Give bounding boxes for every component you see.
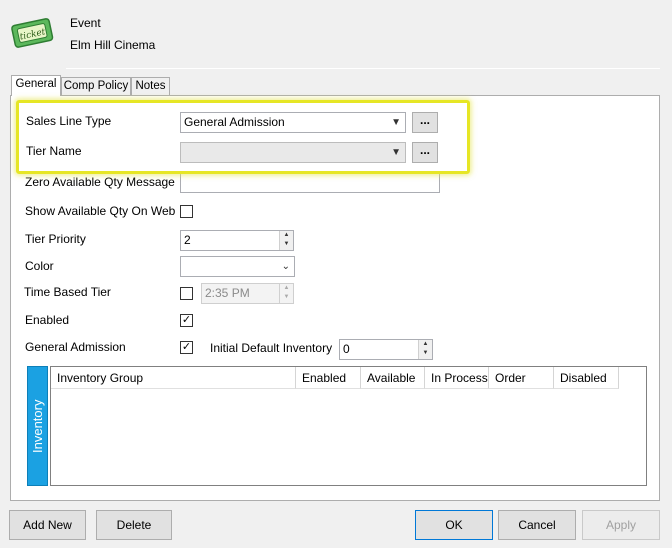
zero-qty-message-input[interactable]	[180, 172, 440, 193]
initial-default-inventory-value: 0	[343, 342, 350, 356]
time-spin-buttons: ▲ ▼	[279, 284, 293, 303]
inventory-grid[interactable]: Inventory Group Enabled Available In Pro…	[50, 366, 647, 486]
column-disabled[interactable]: Disabled	[554, 367, 619, 389]
column-inventory-group[interactable]: Inventory Group	[51, 367, 296, 389]
time-value: 2:35 PM	[205, 286, 250, 300]
enabled-checkbox[interactable]: ✓	[180, 314, 193, 327]
tier-name-select[interactable]: ▼	[180, 142, 406, 163]
tier-priority-label: Tier Priority	[25, 232, 86, 246]
zero-qty-message-label: Zero Available Qty Message	[25, 175, 175, 189]
spin-up-icon: ▲	[283, 285, 290, 291]
enabled-label: Enabled	[25, 313, 70, 327]
header-divider	[66, 68, 660, 69]
sales-line-type-label: Sales Line Type	[26, 114, 112, 128]
time-based-tier-time-input: 2:35 PM ▲ ▼	[201, 283, 294, 304]
ticket-icon: ticket	[8, 14, 56, 50]
sales-line-type-browse-button[interactable]: ...	[412, 112, 438, 133]
time-based-tier-checkbox[interactable]	[180, 287, 193, 300]
ok-button[interactable]: OK	[415, 510, 493, 540]
column-available[interactable]: Available	[361, 367, 425, 389]
chevron-down-icon: ⌄	[281, 261, 290, 272]
tier-priority-stepper[interactable]: 2 ▲ ▼	[180, 230, 294, 251]
tab-notes[interactable]: Notes	[131, 77, 170, 95]
time-based-tier-label: Time Based Tier	[24, 285, 111, 299]
checkmark-icon: ✓	[181, 341, 192, 353]
column-order[interactable]: Order	[489, 367, 554, 389]
inventory-side-label: Inventory	[30, 399, 45, 453]
add-new-button[interactable]: Add New	[9, 510, 86, 540]
delete-button[interactable]: Delete	[96, 510, 172, 540]
general-admission-checkbox[interactable]: ✓	[180, 341, 193, 354]
tier-priority-spin-buttons[interactable]: ▲ ▼	[279, 231, 293, 250]
tab-comp-policy[interactable]: Comp Policy	[61, 77, 131, 95]
cancel-button[interactable]: Cancel	[498, 510, 576, 540]
sales-line-type-select[interactable]: General Admission ▼	[180, 112, 406, 133]
spin-down-icon[interactable]: ▼	[419, 349, 432, 358]
spin-down-icon: ▼	[283, 294, 290, 300]
tier-priority-value: 2	[184, 233, 191, 247]
chevron-down-icon: ▼	[391, 117, 401, 128]
spin-down-icon[interactable]: ▼	[280, 240, 293, 249]
checkmark-icon: ✓	[181, 314, 192, 326]
tab-general[interactable]: General	[11, 75, 61, 96]
record-name: Elm Hill Cinema	[70, 38, 156, 52]
record-type-label: Event	[70, 16, 101, 30]
color-label: Color	[25, 259, 54, 273]
column-enabled[interactable]: Enabled	[296, 367, 361, 389]
general-admission-label: General Admission	[25, 340, 126, 354]
tier-name-browse-button[interactable]: ...	[412, 142, 438, 163]
show-qty-on-web-checkbox[interactable]	[180, 205, 193, 218]
initial-default-inventory-label: Initial Default Inventory	[210, 341, 333, 355]
show-qty-on-web-label: Show Available Qty On Web	[25, 204, 176, 218]
inventory-spin-buttons[interactable]: ▲ ▼	[418, 340, 432, 359]
color-select[interactable]: ⌄	[180, 256, 295, 277]
tier-name-label: Tier Name	[26, 144, 82, 158]
initial-default-inventory-stepper[interactable]: 0 ▲ ▼	[339, 339, 433, 360]
spin-up-icon[interactable]: ▲	[280, 231, 293, 240]
apply-button: Apply	[582, 510, 660, 540]
column-in-process[interactable]: In Process	[425, 367, 489, 389]
chevron-down-icon: ▼	[391, 147, 401, 158]
spin-up-icon[interactable]: ▲	[419, 340, 432, 349]
sales-line-type-value: General Admission	[184, 115, 285, 129]
